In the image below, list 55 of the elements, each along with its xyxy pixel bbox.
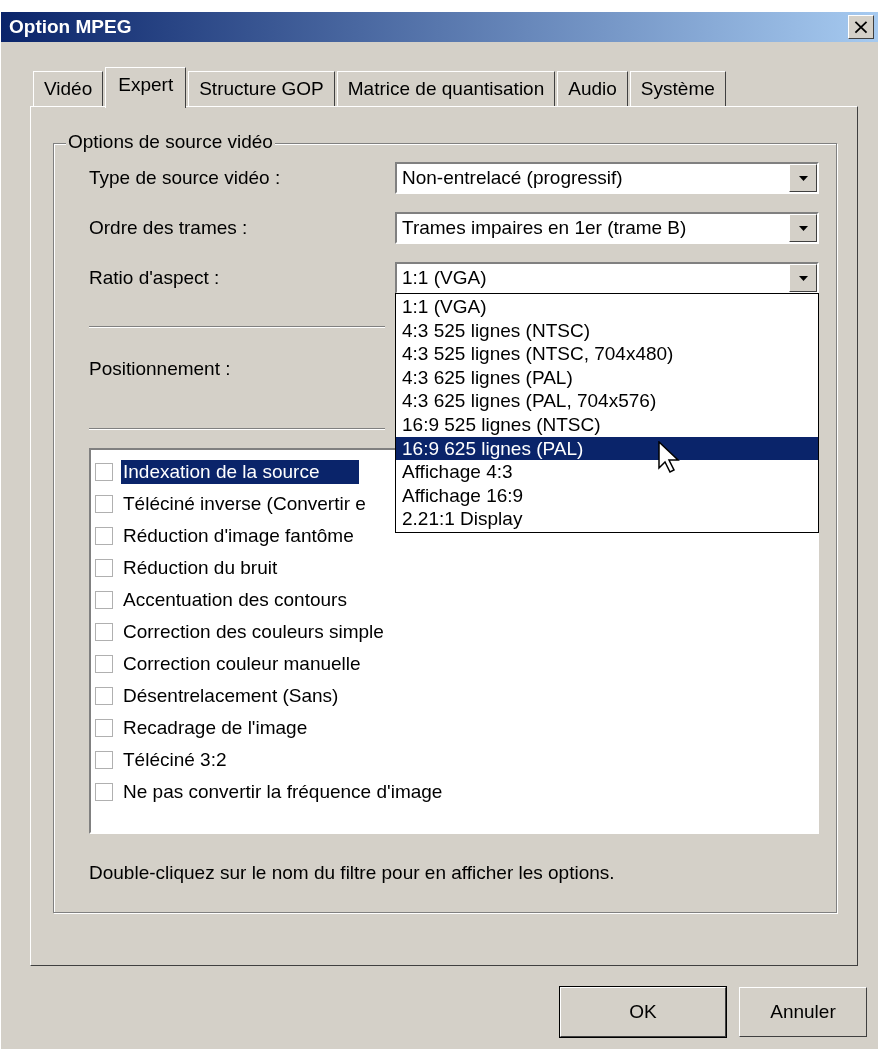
field-label: Ratio d'aspect :: [89, 267, 220, 289]
caret-icon: [798, 275, 808, 281]
cancel-button[interactable]: Annuler: [739, 987, 867, 1037]
checkbox[interactable]: [95, 783, 113, 801]
filter-item[interactable]: Indexation de la source: [121, 460, 360, 484]
filter-item[interactable]: Correction couleur manuelle: [121, 652, 363, 676]
filter-item[interactable]: Téléciné 3:2: [121, 748, 229, 772]
close-button[interactable]: ×: [848, 15, 874, 39]
tab[interactable]: Matrice de quantisation: [336, 71, 556, 106]
tab[interactable]: Système: [629, 71, 726, 106]
dropdown-option[interactable]: 1:1 (VGA): [396, 295, 818, 319]
tab[interactable]: Audio: [557, 71, 628, 106]
dropdown-arrow-button[interactable]: [789, 164, 817, 192]
hint-text: Double-cliquez sur le nom du filtre pour en afficher les options.: [89, 862, 616, 884]
filter-item[interactable]: Ne pas convertir la fréquence d'image: [121, 780, 445, 804]
dropdown-arrow-button[interactable]: [789, 214, 817, 242]
tab[interactable]: Expert: [105, 67, 187, 108]
dropdown-option[interactable]: 4:3 525 lignes (NTSC): [396, 318, 818, 343]
filter-item[interactable]: Correction des couleurs simple: [121, 620, 386, 644]
field-label: Positionnement :: [89, 358, 231, 380]
dropdown-arrow-button[interactable]: [789, 264, 817, 292]
filter-item[interactable]: Désentrelacement (Sans): [121, 684, 341, 708]
dropdown[interactable]: Non-entrelacé (progressif): [395, 162, 819, 194]
checkbox[interactable]: [95, 591, 113, 609]
checkbox[interactable]: [95, 527, 113, 545]
dropdown-option[interactable]: Affichage 16:9: [396, 483, 818, 508]
dropdown-option[interactable]: 16:9 525 lignes (NTSC): [396, 412, 818, 437]
dropdown-option[interactable]: 4:3 525 lignes (NTSC, 704x480): [396, 342, 818, 366]
dropdown-option[interactable]: 2.21:1 Display: [396, 507, 818, 531]
ok-button[interactable]: OK: [560, 987, 726, 1037]
checkbox[interactable]: [95, 751, 113, 769]
caret-icon: [798, 175, 808, 181]
dropdown-option[interactable]: Affichage 4:3: [396, 460, 818, 484]
checkbox[interactable]: [95, 719, 113, 737]
checkbox[interactable]: [95, 655, 113, 673]
field-label: Type de source vidéo :: [89, 167, 281, 189]
mouse-pointer-icon: [658, 440, 680, 473]
filter-item[interactable]: Réduction d'image fantôme: [121, 524, 356, 548]
dropdown-option[interactable]: 4:3 625 lignes (PAL): [396, 365, 818, 390]
checkbox[interactable]: [95, 463, 113, 481]
filter-item[interactable]: Accentuation des contours: [121, 588, 349, 612]
checkbox[interactable]: [95, 687, 113, 705]
dropdown-option[interactable]: 4:3 625 lignes (PAL, 704x576): [396, 389, 818, 413]
checkbox[interactable]: [95, 623, 113, 641]
checkbox[interactable]: [95, 559, 113, 577]
tab[interactable]: Vidéo: [33, 71, 104, 106]
checkbox[interactable]: [95, 495, 113, 513]
tab[interactable]: Structure GOP: [188, 71, 335, 106]
dropdown[interactable]: Trames impaires en 1er (trame B): [395, 212, 819, 244]
window-title: Option MPEG: [9, 16, 132, 38]
field-label: Ordre des trames :: [89, 217, 248, 239]
filter-item[interactable]: Téléciné inverse (Convertir e: [121, 492, 368, 516]
caret-icon: [798, 225, 808, 231]
filter-item[interactable]: Réduction du bruit: [121, 556, 280, 580]
filter-item[interactable]: Recadrage de l'image: [121, 716, 310, 740]
